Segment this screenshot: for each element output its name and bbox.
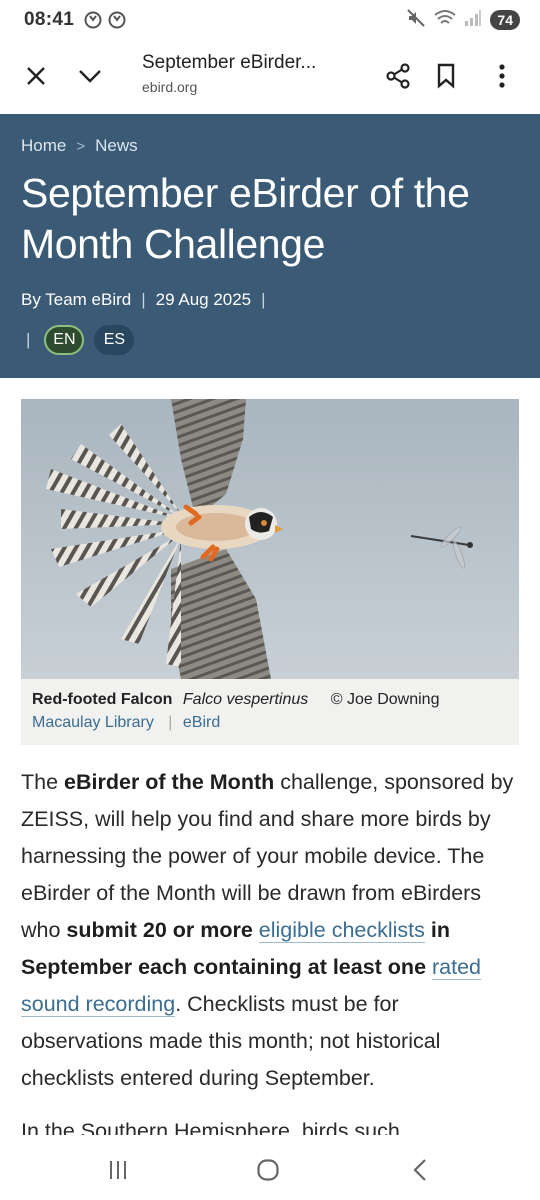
language-separator: | <box>26 330 31 349</box>
mute-icon <box>406 8 426 33</box>
page-title-area[interactable]: September eBirder... ebird.org <box>142 52 362 95</box>
signal-icon <box>464 9 482 32</box>
caption-credit: © Joe Downing <box>330 691 440 708</box>
meta-separator: | <box>261 290 266 309</box>
home-icon <box>257 1159 279 1181</box>
language-es-button[interactable]: ES <box>94 325 135 355</box>
caption-common-name: Red-footed Falcon <box>32 691 173 708</box>
article-body: The eBirder of the Month challenge, spon… <box>21 764 521 1135</box>
status-bar: 08:41 74 <box>0 0 540 40</box>
minimize-button[interactable] <box>70 56 110 96</box>
breadcrumb: Home > News <box>21 136 138 156</box>
byline: By Team eBird <box>21 290 132 309</box>
toolbar-page-title: September eBirder... <box>142 52 317 73</box>
breadcrumb-separator: > <box>76 137 86 155</box>
chevron-down-icon <box>79 70 101 83</box>
browser-toolbar: September eBirder... ebird.org <box>0 40 540 114</box>
publish-date: 29 Aug 2025 <box>155 290 252 309</box>
article-hero-image[interactable] <box>21 399 519 679</box>
recent-apps-button[interactable] <box>98 1154 138 1186</box>
more-options-button[interactable] <box>482 56 522 96</box>
battery-indicator: 74 <box>490 10 520 30</box>
language-en-button[interactable]: EN <box>44 325 85 355</box>
article-paragraph-partial: In the Southern Hemisphere, birds such <box>21 1119 400 1135</box>
text-run: challenge, sponsored by ZEISS, will help… <box>21 770 514 942</box>
caption-scientific-name: Falco vespertinus <box>182 691 309 708</box>
caption-separator: | <box>168 714 173 731</box>
home-button[interactable] <box>248 1154 288 1186</box>
breadcrumb-news[interactable]: News <box>95 136 138 156</box>
bookmark-button[interactable] <box>426 56 466 96</box>
eligible-checklists-link[interactable]: eligible checklists <box>258 918 425 943</box>
close-icon <box>27 67 45 85</box>
image-caption: Red-footed Falcon Falco vespertinus © Jo… <box>21 679 519 745</box>
text-run: The <box>21 770 65 794</box>
emphasis-ebirder-of-month: eBirder of the Month <box>64 770 275 794</box>
share-button[interactable] <box>378 56 418 96</box>
close-button[interactable] <box>16 56 56 96</box>
system-nav-bar <box>0 1140 540 1200</box>
back-icon <box>413 1159 426 1181</box>
more-vert-icon <box>499 64 505 88</box>
recent-apps-icon <box>110 1161 126 1179</box>
article-paragraph: The eBirder of the Month challenge, spon… <box>21 764 521 1097</box>
status-time: 08:41 <box>24 9 75 30</box>
sync-icon <box>108 11 126 29</box>
page-title: September eBirder of the Month Challenge <box>21 170 470 267</box>
toolbar-url: ebird.org <box>142 79 198 95</box>
bookmark-icon <box>437 63 455 89</box>
meta-separator: | <box>141 290 146 309</box>
sync-icon <box>84 11 102 29</box>
macaulay-library-link[interactable]: Macaulay Library <box>32 714 154 731</box>
share-icon <box>386 63 410 89</box>
emphasis-submit: submit 20 or more <box>66 918 259 942</box>
article-header: Home > News September eBirder of the Mon… <box>0 114 540 378</box>
wifi-icon <box>434 9 457 32</box>
ebird-link[interactable]: eBird <box>183 714 220 731</box>
back-button[interactable] <box>400 1154 440 1186</box>
article-meta: By Team eBird | 29 Aug 2025 | <box>21 290 266 310</box>
breadcrumb-home[interactable]: Home <box>21 136 66 156</box>
language-switcher: | EN ES <box>26 325 135 355</box>
